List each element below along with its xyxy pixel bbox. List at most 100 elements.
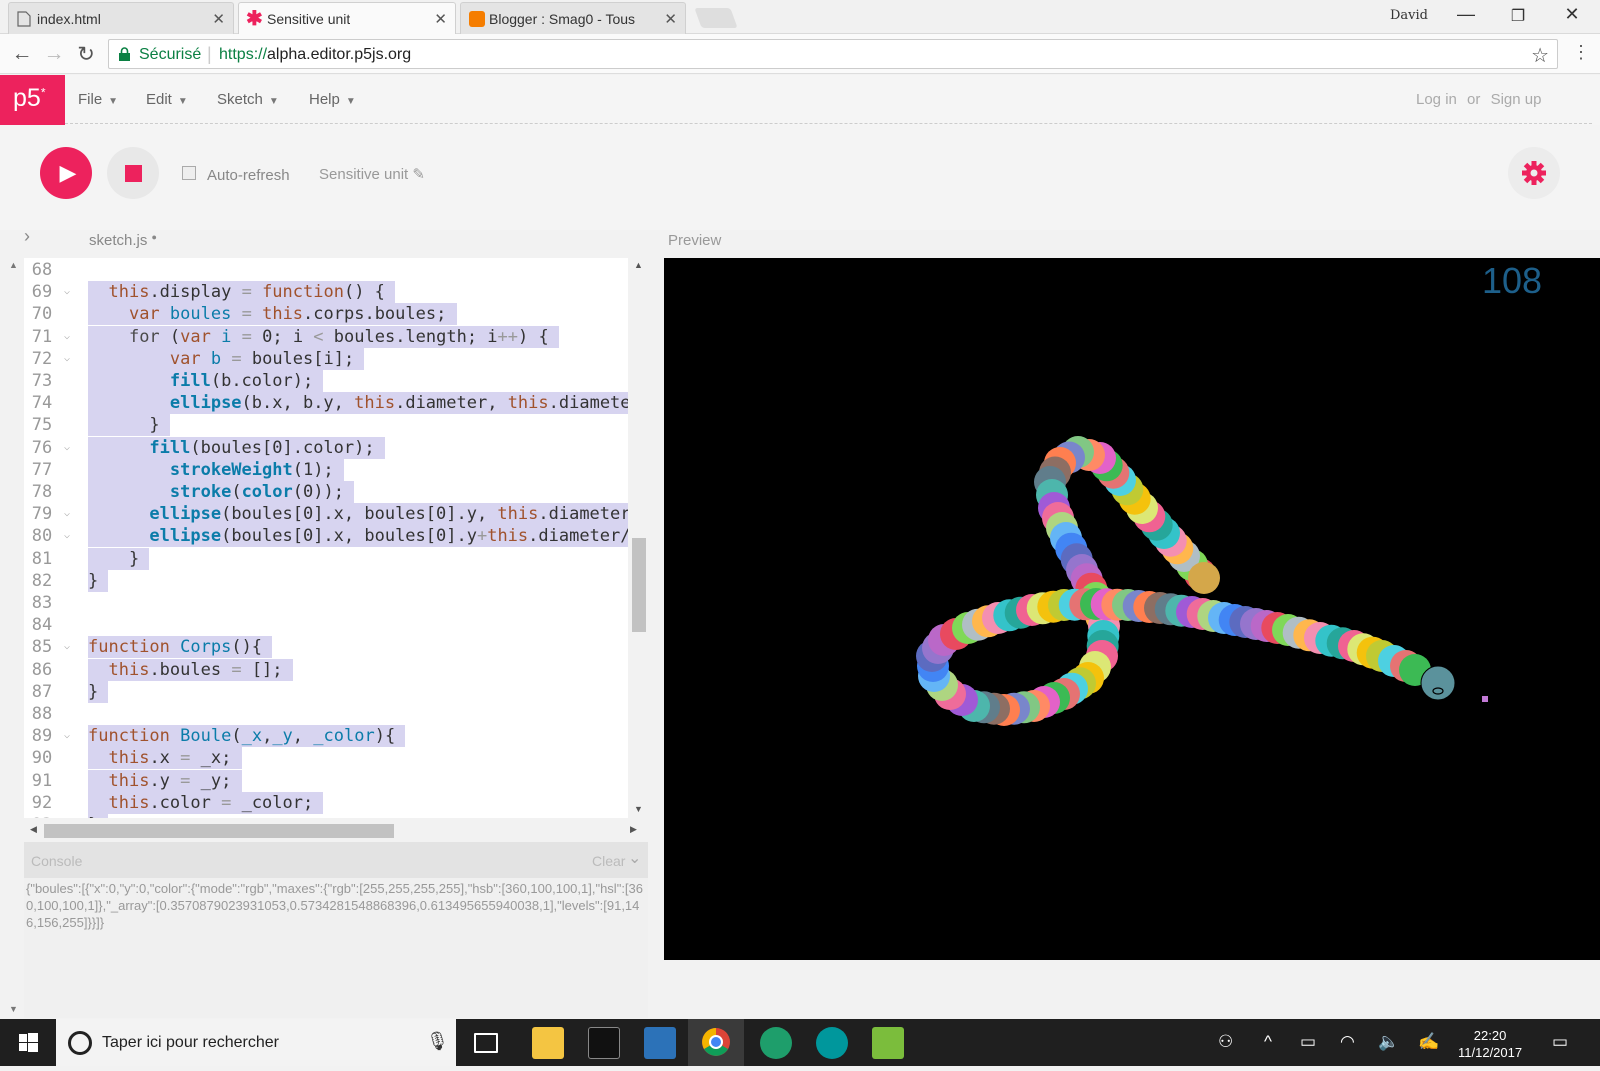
windows-start-button[interactable]: [0, 1019, 56, 1066]
scroll-right-icon[interactable]: ▶: [630, 824, 637, 835]
scroll-down-icon[interactable]: ▼: [634, 804, 643, 814]
menu-edit[interactable]: Edit ▼: [146, 91, 188, 108]
code-line[interactable]: 92 this.color = _color;: [24, 791, 628, 814]
taskbar-search-box[interactable]: Taper ici pour rechercher 🎙: [56, 1019, 456, 1066]
code-editor[interactable]: 68 69 ⌵ this.display = function() { 70 var…: [24, 258, 648, 818]
code-line[interactable]: 79 ⌵ ellipse(boules[0].x, boules[0].y, th…: [24, 503, 631, 526]
scroll-down-icon[interactable]: ▼: [9, 1004, 18, 1014]
code-line[interactable]: 83: [24, 592, 628, 614]
code-line[interactable]: 75 }: [24, 414, 628, 437]
fold-chevron-icon[interactable]: ⌵: [64, 636, 70, 658]
code-line[interactable]: 82}: [24, 569, 628, 592]
sketch-preview[interactable]: 108: [664, 258, 1600, 960]
volume-icon[interactable]: 🔈: [1378, 1032, 1399, 1052]
code-line[interactable]: 91 this.y = _y;: [24, 769, 628, 792]
scroll-left-icon[interactable]: ◀: [30, 824, 37, 835]
menu-sketch[interactable]: Sketch ▼: [217, 91, 279, 108]
bookmark-star-icon[interactable]: ☆: [1531, 43, 1549, 68]
restore-icon[interactable]: ❐: [1498, 6, 1538, 26]
play-button[interactable]: ▶: [40, 147, 92, 199]
browser-tab-active[interactable]: ✱ Sensitive unit ✕: [238, 2, 456, 35]
code-line[interactable]: 78 stroke(color(0));: [24, 481, 628, 503]
code-line[interactable]: 88: [24, 703, 628, 725]
menu-help[interactable]: Help ▼: [309, 91, 356, 108]
scroll-up-icon[interactable]: ▲: [9, 260, 18, 270]
settings-button[interactable]: [1508, 147, 1560, 199]
code-line[interactable]: 77 strokeWeight(1);: [24, 458, 628, 481]
file-explorer-icon[interactable]: [532, 1027, 564, 1059]
notifications-icon[interactable]: ▭: [1552, 1032, 1568, 1052]
fold-chevron-icon[interactable]: ⌵: [64, 503, 70, 525]
microphone-icon[interactable]: 🎙: [426, 1031, 449, 1052]
window-app-icon[interactable]: [644, 1027, 676, 1059]
browser-tab[interactable]: index.html ✕: [8, 2, 234, 34]
code-line[interactable]: 86 this.boules = [];: [24, 658, 628, 681]
code-line[interactable]: 72 ⌵ var b = boules[i];: [24, 347, 628, 370]
chrome-icon[interactable]: [688, 1019, 744, 1066]
editor-horizontal-scrollbar[interactable]: ◀ ▶: [24, 820, 648, 840]
code-line[interactable]: 69 ⌵ this.display = function() {: [24, 281, 628, 304]
code-line[interactable]: 85 ⌵ function Corps(){: [24, 636, 628, 659]
task-view-icon[interactable]: [474, 1033, 498, 1053]
taskbar-clock[interactable]: 22:20 11/12/2017: [1458, 1027, 1522, 1061]
terminal-icon[interactable]: [588, 1027, 620, 1059]
notepad-icon[interactable]: [872, 1027, 904, 1059]
code-line[interactable]: 89 ⌵ function Boule(_x,_y, _color){: [24, 725, 628, 748]
code-line[interactable]: 90 this.x = _x;: [24, 747, 628, 770]
code-line[interactable]: 71 ⌵ for (var i = 0; i < boules.length; i…: [24, 325, 628, 348]
windows-logo-icon: [19, 1033, 38, 1052]
close-window-icon[interactable]: ✕: [1552, 4, 1592, 25]
code-line[interactable]: 73 fill(b.color);: [24, 370, 628, 392]
battery-icon[interactable]: ▭: [1300, 1032, 1316, 1052]
scrollbar-thumb[interactable]: [44, 824, 394, 838]
scrollbar-thumb[interactable]: [632, 538, 646, 632]
pen-icon[interactable]: ✍: [1418, 1032, 1439, 1052]
fold-chevron-icon[interactable]: ⌵: [64, 326, 70, 348]
close-icon[interactable]: ✕: [212, 10, 225, 28]
profile-name[interactable]: David: [1390, 8, 1428, 23]
wifi-icon[interactable]: ◠: [1340, 1032, 1355, 1052]
new-tab-button[interactable]: [694, 8, 738, 28]
code-line[interactable]: 76 ⌵ fill(boules[0].color);: [24, 436, 628, 459]
chevron-up-icon[interactable]: ^: [1264, 1032, 1272, 1052]
fold-chevron-icon[interactable]: ⌵: [64, 525, 70, 547]
fold-chevron-icon[interactable]: ⌵: [64, 725, 70, 747]
code-line[interactable]: 93}: [24, 814, 628, 818]
code-line[interactable]: 74 ellipse(b.x, b.y, this.diameter, this…: [24, 392, 641, 415]
browser-tab[interactable]: Blogger : Smag0 - Tous le ✕: [460, 2, 686, 34]
code-line[interactable]: 84: [24, 614, 628, 636]
minimize-icon[interactable]: —: [1446, 4, 1486, 25]
sidebar-expand-icon[interactable]: ›: [24, 226, 30, 247]
stop-button[interactable]: [107, 147, 159, 199]
close-icon[interactable]: ✕: [434, 10, 447, 28]
editor-vertical-scrollbar[interactable]: ▲ ▼: [628, 258, 648, 818]
code-line[interactable]: 81 }: [24, 547, 628, 570]
file-tab[interactable]: sketch.js ●: [89, 232, 157, 249]
close-icon[interactable]: ✕: [664, 10, 677, 28]
people-icon[interactable]: ⚇: [1218, 1032, 1233, 1052]
fold-chevron-icon[interactable]: ⌵: [64, 348, 70, 370]
console-clear-button[interactable]: Clear: [592, 853, 625, 869]
code-line[interactable]: 68: [24, 259, 628, 281]
chevron-down-icon[interactable]: ⌄: [628, 848, 641, 868]
menu-file[interactable]: File ▼: [78, 91, 118, 108]
logo-mark: *: [40, 85, 46, 100]
fold-chevron-icon[interactable]: ⌵: [64, 437, 70, 459]
auto-refresh-checkbox[interactable]: [182, 166, 196, 180]
url-input[interactable]: Sécurisé | https://alpha.editor.p5js.org…: [108, 39, 1558, 69]
fold-chevron-icon[interactable]: ⌵: [64, 281, 70, 303]
back-icon[interactable]: ←: [10, 42, 34, 66]
arduino-icon[interactable]: [816, 1027, 848, 1059]
green-app-icon[interactable]: [760, 1027, 792, 1059]
reload-icon[interactable]: ↻: [74, 42, 98, 67]
code-line[interactable]: 70 var boules = this.corps.boules;: [24, 303, 628, 326]
kebab-menu-icon[interactable]: ⋮: [1572, 42, 1590, 63]
project-name[interactable]: Sensitive unit ✎: [319, 165, 425, 183]
signup-link[interactable]: Sign up: [1491, 91, 1542, 108]
forward-icon[interactable]: →: [42, 42, 66, 66]
scroll-up-icon[interactable]: ▲: [634, 260, 643, 270]
code-line[interactable]: 80 ⌵ ellipse(boules[0].x, boules[0].y+thi…: [24, 525, 631, 548]
login-link[interactable]: Log in: [1416, 91, 1457, 108]
p5-logo[interactable]: p5*: [0, 75, 65, 125]
code-line[interactable]: 87}: [24, 680, 628, 703]
